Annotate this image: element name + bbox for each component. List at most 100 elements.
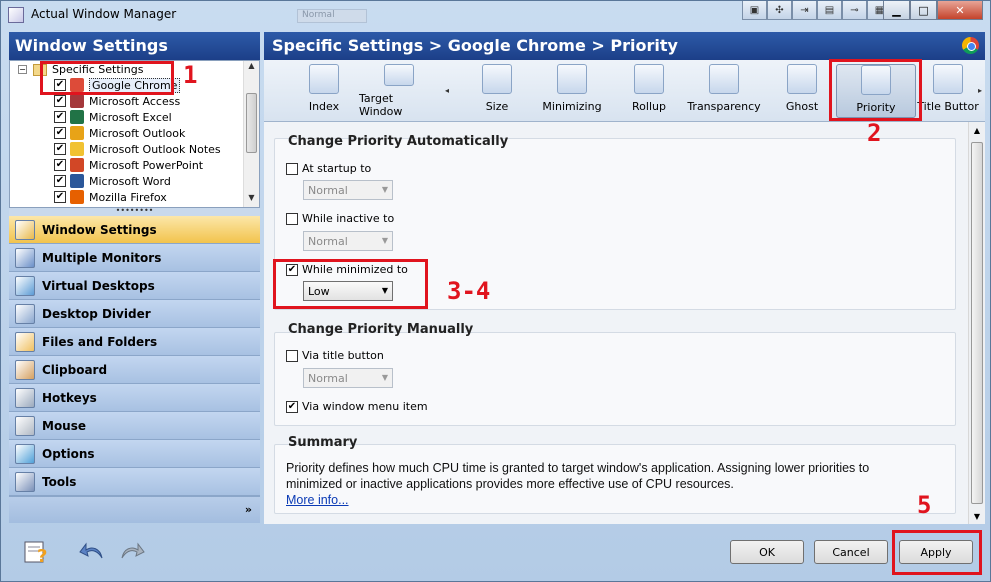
tree-item[interactable]: ✔ Microsoft Access	[54, 93, 180, 109]
content-scrollbar[interactable]: ▲ ▼	[968, 122, 985, 524]
annotation-2: 2	[867, 119, 882, 147]
breadcrumb-text: Specific Settings > Google Chrome > Prio…	[272, 36, 678, 55]
tree-item-checkbox[interactable]: ✔	[54, 159, 66, 171]
nav-item[interactable]: Options	[9, 440, 260, 468]
title-button-option[interactable]: Via title button	[286, 349, 384, 362]
tree-item[interactable]: ✔ Microsoft Word	[54, 173, 171, 189]
minimize-icon[interactable]: ▁	[883, 1, 910, 20]
settings-content: Change Priority Automatically At startup…	[264, 122, 985, 524]
tree-item[interactable]: ✔ Microsoft Outlook Notes	[54, 141, 221, 157]
scroll-down-icon[interactable]: ▼	[244, 193, 259, 207]
nav-item[interactable]: Mouse	[9, 412, 260, 440]
title-button-checkbox[interactable]	[286, 349, 298, 362]
help-icon[interactable]: ?	[23, 538, 51, 564]
content-scroll-thumb[interactable]	[971, 142, 983, 504]
tree-item-checkbox[interactable]: ✔	[54, 95, 66, 107]
highlight-google-chrome	[40, 61, 174, 95]
nav-item[interactable]: Desktop Divider	[9, 300, 260, 328]
more-info-link[interactable]: More info...	[286, 493, 349, 507]
dropdown-arrow-icon: ▼	[381, 373, 388, 382]
startup-priority-select[interactable]: Normal ▼	[303, 180, 393, 200]
tree-scrollbar[interactable]: ▲ ▼	[243, 61, 259, 207]
collapse-icon[interactable]: −	[18, 65, 27, 74]
title-bar[interactable]: Actual Window Manager Normal ▣ ✣ ⇥ ▤ ⊸ ▦…	[1, 1, 990, 29]
inactive-option[interactable]: While inactive to	[286, 212, 394, 225]
tab-rollup[interactable]: Rollup	[609, 64, 689, 118]
tree-item[interactable]: ✔ Microsoft Outlook	[54, 125, 185, 141]
annotation-5: 5	[917, 491, 932, 519]
minimize-to-tray-icon[interactable]: ⇥	[792, 1, 817, 20]
tab-label: Transparency	[687, 100, 761, 113]
app-window: Actual Window Manager Normal ▣ ✣ ⇥ ▤ ⊸ ▦…	[0, 0, 991, 582]
app-icon	[70, 94, 84, 108]
scroll-up-icon[interactable]: ▲	[244, 61, 259, 75]
inactive-checkbox[interactable]	[286, 212, 298, 225]
tree-item[interactable]: ✔ Mozilla Firefox	[54, 189, 167, 205]
tree-item[interactable]: ✔ Microsoft PowerPoint	[54, 157, 203, 173]
tree-item-checkbox[interactable]: ✔	[54, 111, 66, 123]
size-icon	[482, 64, 512, 94]
summary-text: Priority defines how much CPU time is gr…	[286, 461, 870, 491]
window-menu-checkbox[interactable]: ✔	[286, 400, 298, 413]
pin-icon[interactable]: ▣	[742, 1, 767, 20]
summary-title: Summary	[288, 435, 358, 450]
inactive-priority-select[interactable]: Normal ▼	[303, 231, 393, 251]
ok-button[interactable]: OK	[730, 540, 804, 564]
nav-item[interactable]: Hotkeys	[9, 384, 260, 412]
bottom-bar: ? OK Cancel Apply	[1, 526, 990, 582]
scroll-up-icon[interactable]: ▲	[969, 122, 985, 138]
nav-item-label: Multiple Monitors	[42, 250, 162, 265]
annotation-1: 1	[183, 61, 198, 89]
tree-item-checkbox[interactable]: ✔	[54, 127, 66, 139]
title-button-priority-select[interactable]: Normal ▼	[303, 368, 393, 388]
nav-item-label: Tools	[42, 474, 77, 489]
tree-item-checkbox[interactable]: ✔	[54, 175, 66, 187]
highlight-minimized-option	[273, 259, 428, 309]
tab-size[interactable]: Size	[457, 64, 537, 118]
maximize-icon[interactable]: □	[910, 1, 937, 20]
stay-on-top-icon[interactable]: ⊸	[842, 1, 867, 20]
tab-label: Index	[308, 100, 340, 113]
scroll-down-icon[interactable]: ▼	[969, 508, 985, 524]
startup-option[interactable]: At startup to	[286, 162, 371, 175]
ghost-icon	[787, 64, 817, 94]
nav-item[interactable]: Files and Folders	[9, 328, 260, 356]
tab-label: Title Buttor	[917, 100, 979, 113]
tab-minimizing[interactable]: Minimizing	[532, 64, 612, 118]
cancel-button[interactable]: Cancel	[814, 540, 888, 564]
nav-item[interactable]: Clipboard	[9, 356, 260, 384]
tree-item[interactable]: ✔ Microsoft Excel	[54, 109, 172, 125]
nav-item[interactable]: Multiple Monitors	[9, 244, 260, 272]
nav-item-label: Mouse	[42, 418, 87, 433]
tab-transparency[interactable]: Transparency	[684, 64, 764, 118]
tab-title-buttor[interactable]: Title Buttor	[912, 64, 984, 118]
tree-item-checkbox[interactable]: ✔	[54, 143, 66, 155]
startup-checkbox[interactable]	[286, 162, 298, 175]
tree-item-checkbox[interactable]: ✔	[54, 191, 66, 203]
ghost-icon[interactable]: ▤	[817, 1, 842, 20]
nav-item[interactable]: Tools	[9, 468, 260, 496]
nav-item-label: Desktop Divider	[42, 306, 151, 321]
ghost-priority-field: Normal	[297, 9, 367, 23]
nav-item-label: Virtual Desktops	[42, 278, 155, 293]
tab-target-window[interactable]: Target Window	[359, 64, 439, 118]
scroll-left-icon[interactable]: ◂	[445, 86, 449, 95]
transparency-icon	[709, 64, 739, 94]
redo-icon[interactable]	[118, 538, 146, 564]
tree-item-label: Microsoft Outlook Notes	[89, 142, 221, 156]
scroll-thumb[interactable]	[246, 93, 257, 153]
close-icon[interactable]: ✕	[937, 1, 983, 20]
pane-splitter[interactable]: ••••••••	[9, 207, 260, 216]
window-menu-option[interactable]: ✔ Via window menu item	[286, 400, 428, 413]
keyboard-icon	[15, 387, 35, 408]
window-controls: ▁ □ ✕	[883, 1, 983, 20]
tab-index[interactable]: Index	[284, 64, 364, 118]
rollup-icon	[634, 64, 664, 94]
clipboard-icon	[15, 359, 35, 380]
nav-item[interactable]: Virtual Desktops	[9, 272, 260, 300]
breadcrumb: Specific Settings > Google Chrome > Prio…	[264, 32, 985, 60]
nav-item[interactable]: Window Settings	[9, 216, 260, 244]
more-sections-chevron-icon[interactable]: »	[245, 503, 252, 516]
move-icon[interactable]: ✣	[767, 1, 792, 20]
undo-icon[interactable]	[78, 538, 106, 564]
